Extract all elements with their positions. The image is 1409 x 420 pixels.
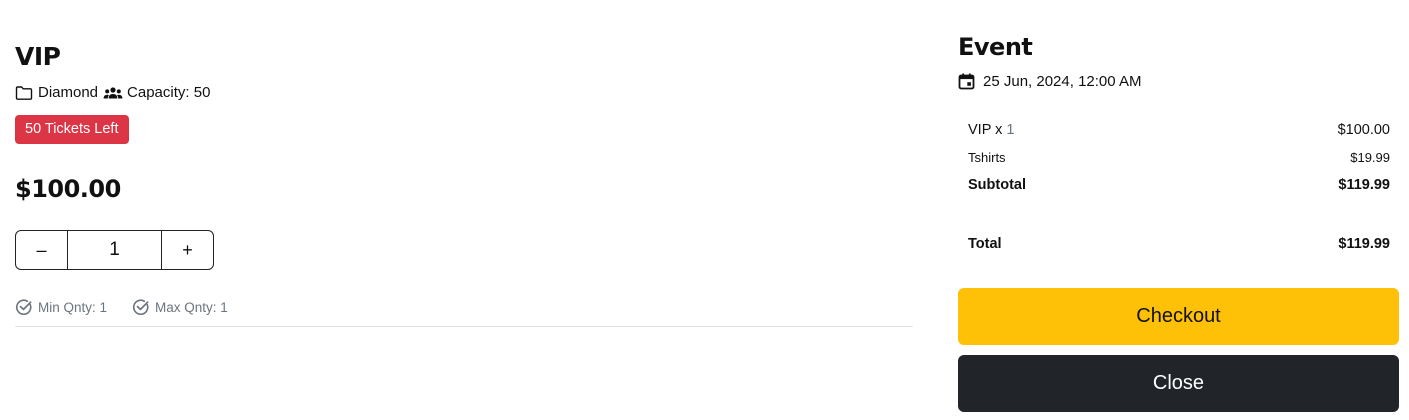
quantity-value[interactable]: 1	[67, 231, 162, 269]
ticket-price: $100.00	[15, 175, 121, 203]
summary-row-subtotal: Subtotal $119.99	[968, 177, 1390, 193]
ticket-capacity: Capacity: 50	[127, 84, 211, 101]
calendar-icon	[958, 73, 975, 90]
check-circle-icon	[15, 298, 33, 316]
increment-button[interactable]: +	[162, 231, 213, 269]
tickets-left-badge: 50 Tickets Left	[15, 115, 129, 144]
divider	[15, 326, 913, 327]
folder-icon	[15, 85, 33, 101]
summary-ticket-price: $100.00	[1337, 122, 1390, 138]
checkout-button[interactable]: Checkout	[958, 288, 1399, 345]
summary-addon-price: $19.99	[1350, 150, 1390, 165]
event-title: Event	[958, 33, 1033, 61]
ticket-category: Diamond	[38, 84, 99, 101]
summary-ticket-qty: 1	[1006, 122, 1015, 138]
total-label: Total	[968, 236, 1002, 252]
ticket-name: VIP	[15, 42, 61, 71]
people-icon	[103, 86, 123, 100]
summary-row-total: Total $119.99	[968, 236, 1390, 252]
max-qty-label: Max Qnty: 1	[155, 299, 228, 315]
event-date: 25 Jun, 2024, 12:00 AM	[958, 73, 1141, 90]
subtotal-label: Subtotal	[968, 177, 1026, 193]
close-button[interactable]: Close	[958, 355, 1399, 412]
quantity-limits: Min Qnty: 1 Max Qnty: 1	[15, 298, 228, 316]
summary-ticket-label: VIP x	[968, 122, 1003, 138]
subtotal-value: $119.99	[1338, 177, 1390, 193]
summary-row-addon: Tshirts $19.99	[968, 150, 1390, 165]
decrement-button[interactable]: –	[16, 231, 67, 269]
check-circle-icon	[132, 298, 150, 316]
summary-addon-label: Tshirts	[968, 150, 1006, 165]
summary-ticket-name: VIP x 1	[968, 122, 1015, 138]
event-date-text: 25 Jun, 2024, 12:00 AM	[983, 73, 1142, 90]
total-value: $119.99	[1338, 236, 1390, 252]
summary-row-ticket: VIP x 1 $100.00	[968, 122, 1390, 138]
max-qty: Max Qnty: 1	[132, 298, 228, 316]
ticket-meta: Diamond Capacity: 50	[15, 84, 210, 101]
min-qty-label: Min Qnty: 1	[38, 299, 108, 315]
quantity-stepper: – 1 +	[15, 230, 214, 270]
min-qty: Min Qnty: 1	[15, 298, 107, 316]
